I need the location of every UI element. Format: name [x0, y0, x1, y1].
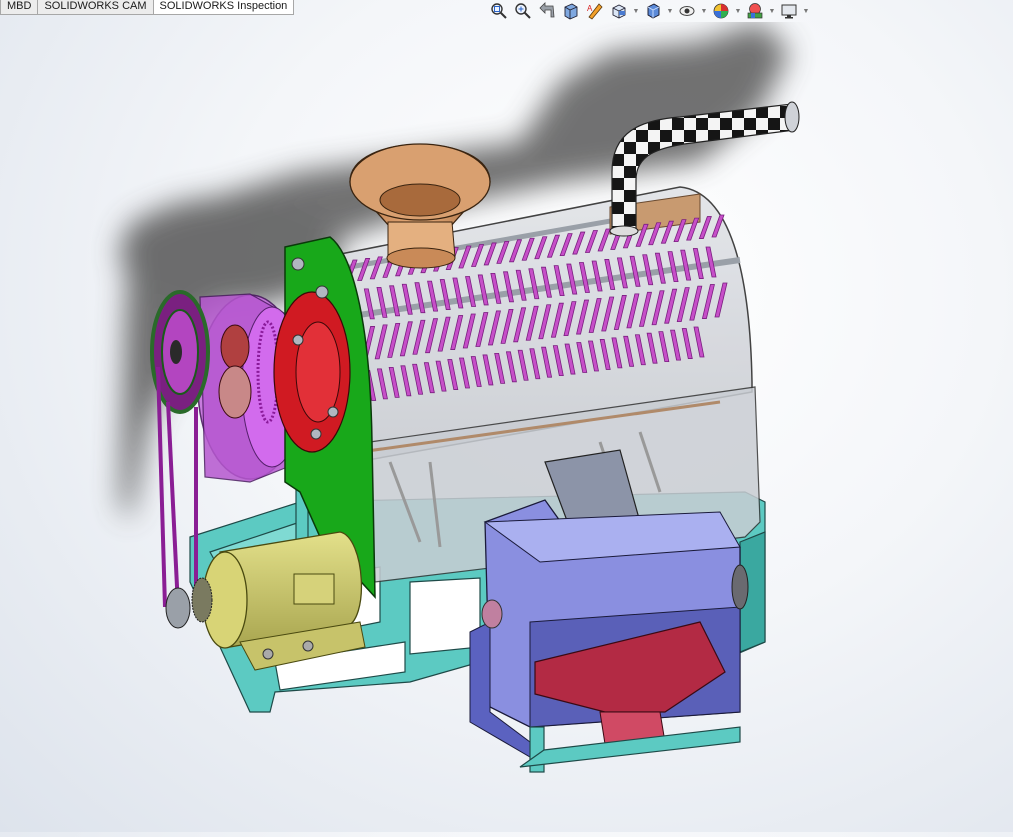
apply-scene-dropdown-icon[interactable]: ▼ [768, 0, 776, 22]
hide-show-items-icon[interactable] [676, 0, 698, 22]
tab-solidworks-inspection[interactable]: SOLIDWORKS Inspection [152, 0, 295, 15]
edit-appearance-icon[interactable] [710, 0, 732, 22]
graphics-area[interactable] [0, 22, 1013, 832]
zoom-to-fit-icon[interactable] [488, 0, 510, 22]
view-orientation-dropdown-icon[interactable]: ▼ [632, 0, 640, 22]
dynamic-annotation-icon[interactable]: A [584, 0, 606, 22]
zoom-to-area-icon[interactable] [512, 0, 534, 22]
display-style-dropdown-icon[interactable]: ▼ [666, 0, 674, 22]
view-settings-icon[interactable] [778, 0, 800, 22]
previous-view-icon[interactable] [536, 0, 558, 22]
tab-solidworks-cam[interactable]: SOLIDWORKS CAM [37, 0, 154, 15]
hide-show-dropdown-icon[interactable]: ▼ [700, 0, 708, 22]
view-settings-dropdown-icon[interactable]: ▼ [802, 0, 810, 22]
apply-scene-icon[interactable] [744, 0, 766, 22]
command-manager-tabs: MBD SOLIDWORKS CAM SOLIDWORKS Inspection [0, 0, 295, 15]
heads-up-view-toolbar: A ▼ ▼ ▼ ▼ ▼ ▼ [488, 0, 810, 22]
section-view-icon[interactable] [560, 0, 582, 22]
svg-text:A: A [587, 4, 593, 13]
tab-mbd[interactable]: MBD [0, 0, 39, 15]
display-style-icon[interactable] [642, 0, 664, 22]
edit-appearance-dropdown-icon[interactable]: ▼ [734, 0, 742, 22]
drum-thresher-model [120, 22, 800, 773]
view-orientation-icon[interactable] [608, 0, 630, 22]
